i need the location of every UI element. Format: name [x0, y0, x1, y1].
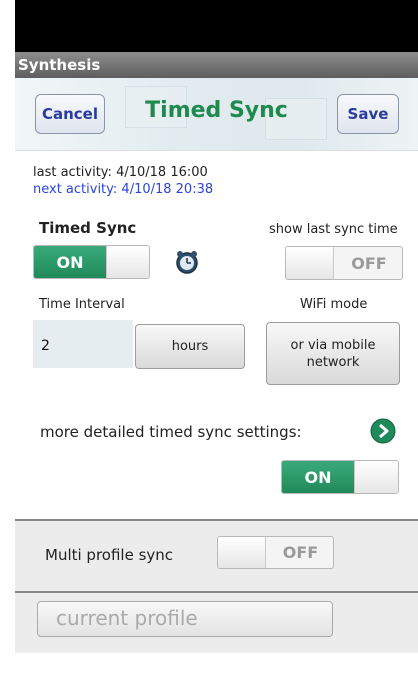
wifi-mode-button-line2: network — [306, 354, 360, 370]
app-frame: Synthesis Cancel Timed Sync Save last ac… — [15, 0, 418, 678]
toggle-knob — [218, 537, 266, 568]
save-button[interactable]: Save — [337, 94, 399, 134]
current-profile-section: current profile — [15, 591, 418, 655]
current-profile-button[interactable]: current profile — [37, 601, 333, 637]
header-bar: Cancel Timed Sync Save — [15, 78, 418, 151]
multi-profile-section: Multi profile sync OFF — [15, 519, 418, 593]
time-interval-label: Time Interval — [39, 297, 125, 312]
timed-sync-label: Timed Sync — [39, 219, 137, 237]
toggle-knob — [354, 461, 398, 493]
toggle-off-label: OFF — [282, 543, 319, 562]
toggle-knob — [286, 247, 334, 279]
detailed-settings-label: more detailed timed sync settings: — [40, 423, 302, 441]
toggle-on-label: ON — [282, 461, 354, 493]
alarm-clock-icon[interactable] — [174, 249, 200, 275]
toggle-knob — [106, 246, 149, 278]
timed-sync-toggle[interactable]: ON — [33, 245, 150, 279]
chevron-right-icon[interactable] — [370, 418, 396, 444]
toggle-off-label: OFF — [351, 253, 387, 273]
detailed-settings-toggle[interactable]: ON — [281, 460, 399, 494]
toggle-on-label: ON — [34, 246, 106, 278]
multi-profile-toggle[interactable]: OFF — [217, 536, 334, 569]
interval-input[interactable]: 2 — [33, 320, 133, 368]
show-last-sync-label: show last sync time — [269, 222, 398, 237]
next-activity-text: next activity: 4/10/18 20:38 — [33, 182, 214, 197]
last-activity-text: last activity: 4/10/18 16:00 — [33, 165, 208, 180]
multi-profile-label: Multi profile sync — [45, 546, 174, 564]
status-bar — [15, 0, 418, 52]
hours-button[interactable]: hours — [135, 324, 245, 369]
show-last-sync-toggle[interactable]: OFF — [285, 246, 403, 280]
app-title-bar: Synthesis — [15, 52, 418, 78]
app-title: Synthesis — [18, 56, 101, 74]
wifi-mode-button[interactable]: or via mobile network — [266, 322, 400, 385]
wifi-mode-button-line1: or via mobile — [290, 337, 376, 353]
wifi-mode-label: WiFi mode — [300, 297, 368, 312]
bottom-area — [15, 653, 418, 678]
